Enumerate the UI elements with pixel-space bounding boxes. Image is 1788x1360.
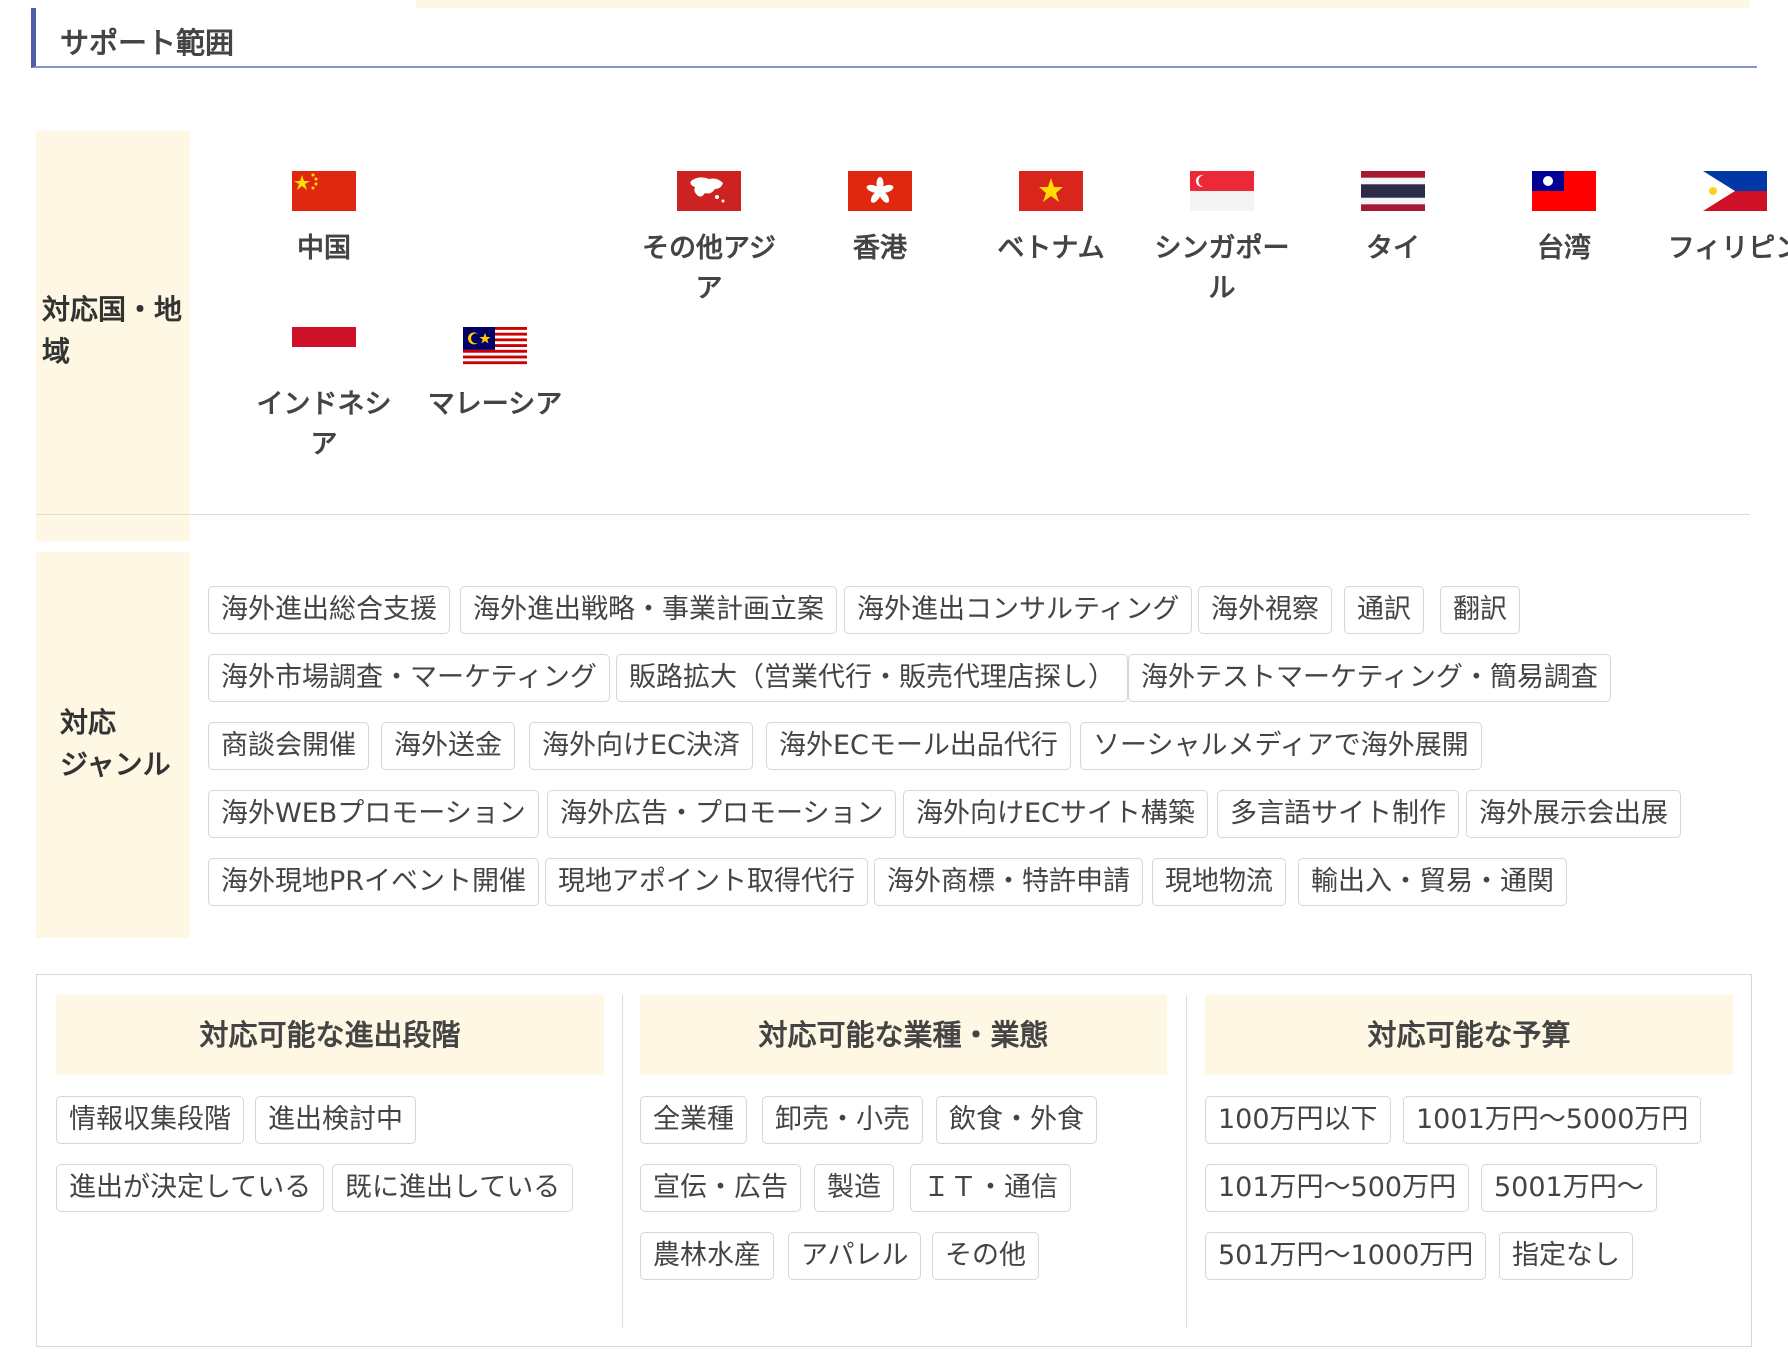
country-china: 中国 xyxy=(249,171,399,269)
taiwan-flag-icon xyxy=(1532,171,1596,211)
genre-tag[interactable]: 海外進出コンサルティング xyxy=(844,586,1193,634)
china-flag-icon xyxy=(292,171,356,211)
country-name: インドネシア xyxy=(256,389,392,460)
genre-tag[interactable]: 海外現地PRイベント開催 xyxy=(208,858,540,906)
country-other-asia: その他アジア xyxy=(634,171,784,309)
budget-tag[interactable]: 101万円〜500万円 xyxy=(1205,1164,1470,1212)
genre-tag[interactable]: 通訳 xyxy=(1344,586,1424,634)
country-name: フィリピン xyxy=(1667,233,1788,264)
stages-title: 対応可能な進出段階 xyxy=(56,995,604,1075)
genre-tag[interactable]: 輸出入・貿易・通関 xyxy=(1298,858,1567,906)
genre-tag[interactable]: 海外視察 xyxy=(1198,586,1332,634)
genres-label-box: 対応 ジャンル xyxy=(36,552,190,938)
budget-tag[interactable]: 100万円以下 xyxy=(1205,1096,1391,1144)
stage-tag[interactable]: 既に進出している xyxy=(332,1164,574,1212)
industry-tag[interactable]: ＩＴ・通信 xyxy=(910,1164,1071,1212)
budget-tag[interactable]: 501万円〜1000万円 xyxy=(1205,1232,1487,1280)
vietnam-flag-icon xyxy=(1019,171,1083,211)
industry-tag[interactable]: その他 xyxy=(932,1232,1039,1280)
budget-tag[interactable]: 1001万円〜5000万円 xyxy=(1403,1096,1702,1144)
asia-map-icon xyxy=(677,171,741,211)
country-name: 香港 xyxy=(853,233,907,264)
industry-tag[interactable]: 製造 xyxy=(814,1164,894,1212)
country-indonesia: インドネシア xyxy=(249,327,399,465)
genres-label-line2: ジャンル xyxy=(60,748,171,781)
countries-label: 対応国・地域 xyxy=(42,293,183,368)
stage-tag[interactable]: 情報収集段階 xyxy=(56,1096,244,1144)
country-name: その他アジア xyxy=(642,233,776,304)
genre-tag[interactable]: 現地物流 xyxy=(1152,858,1286,906)
column-divider xyxy=(622,995,623,1328)
industries-title: 対応可能な業種・業態 xyxy=(640,995,1167,1075)
malaysia-flag-icon xyxy=(463,327,527,367)
genre-tag[interactable]: 翻訳 xyxy=(1440,586,1520,634)
genre-tag[interactable]: 海外進出総合支援 xyxy=(208,586,450,634)
country-name: シンガポール xyxy=(1154,233,1290,304)
column-divider xyxy=(1186,995,1187,1328)
indonesia-flag-icon xyxy=(292,327,356,367)
industry-tag[interactable]: 全業種 xyxy=(640,1096,747,1144)
country-malaysia: マレーシア xyxy=(420,327,570,425)
genre-tag[interactable]: 海外進出戦略・事業計画立案 xyxy=(460,586,837,634)
philippines-flag-icon xyxy=(1703,171,1767,211)
industry-tag[interactable]: 飲食・外食 xyxy=(936,1096,1097,1144)
country-taiwan: 台湾 xyxy=(1489,171,1639,269)
divider xyxy=(36,514,1750,515)
industry-tag[interactable]: 農林水産 xyxy=(640,1232,774,1280)
genre-tag[interactable]: ソーシャルメディアで海外展開 xyxy=(1080,722,1482,770)
genre-tag[interactable]: 海外広告・プロモーション xyxy=(547,790,897,838)
genre-tag[interactable]: 海外向けECサイト構築 xyxy=(903,790,1208,838)
industry-tag[interactable]: アパレル xyxy=(788,1232,922,1280)
budgets-title: 対応可能な予算 xyxy=(1205,995,1733,1075)
industry-tag[interactable]: 卸売・小売 xyxy=(762,1096,923,1144)
country-name: 中国 xyxy=(297,233,351,264)
genre-tag[interactable]: 海外送金 xyxy=(381,722,515,770)
country-philippines: フィリピン xyxy=(1660,171,1788,269)
genre-tag[interactable]: 海外向けEC決済 xyxy=(529,722,753,770)
budget-tag[interactable]: 指定なし xyxy=(1499,1232,1633,1280)
country-name: 台湾 xyxy=(1537,233,1591,264)
genre-tag[interactable]: 多言語サイト制作 xyxy=(1217,790,1459,838)
country-name: マレーシア xyxy=(427,389,563,420)
genre-tag[interactable]: 海外WEBプロモーション xyxy=(208,790,539,838)
genre-tag[interactable]: 海外市場調査・マーケティング xyxy=(208,654,610,702)
top-accent-bar xyxy=(416,0,1750,8)
genre-tag[interactable]: 海外展示会出展 xyxy=(1466,790,1681,838)
genre-tag[interactable]: 海外テストマーケティング・簡易調査 xyxy=(1128,654,1611,702)
section-header: サポート範囲 xyxy=(31,8,1757,68)
singapore-flag-icon xyxy=(1190,171,1254,211)
country-thailand: タイ xyxy=(1318,171,1468,269)
hongkong-flag-icon xyxy=(848,171,912,211)
genre-tag[interactable]: 海外ECモール出品代行 xyxy=(766,722,1071,770)
genre-tag[interactable]: 販路拡大（営業代行・販売代理店探し） xyxy=(616,654,1128,702)
country-singapore: シンガポール xyxy=(1147,171,1297,309)
country-vietnam: ベトナム xyxy=(976,171,1126,269)
stage-tag[interactable]: 進出が決定している xyxy=(56,1164,325,1212)
genre-tag[interactable]: 商談会開催 xyxy=(208,722,369,770)
genre-tag[interactable]: 現地アポイント取得代行 xyxy=(545,858,868,906)
country-name: ベトナム xyxy=(997,233,1105,264)
country-name: タイ xyxy=(1366,233,1420,264)
thailand-flag-icon xyxy=(1361,171,1425,211)
country-hongkong: 香港 xyxy=(805,171,955,269)
genres-label-line1: 対応 xyxy=(60,706,117,739)
section-title: サポート範囲 xyxy=(60,26,235,60)
budget-tag[interactable]: 5001万円〜 xyxy=(1481,1164,1657,1212)
stage-tag[interactable]: 進出検討中 xyxy=(255,1096,416,1144)
genre-tag[interactable]: 海外商標・特許申請 xyxy=(874,858,1143,906)
countries-label-box: 対応国・地域 xyxy=(36,131,190,541)
industry-tag[interactable]: 宣伝・広告 xyxy=(640,1164,801,1212)
